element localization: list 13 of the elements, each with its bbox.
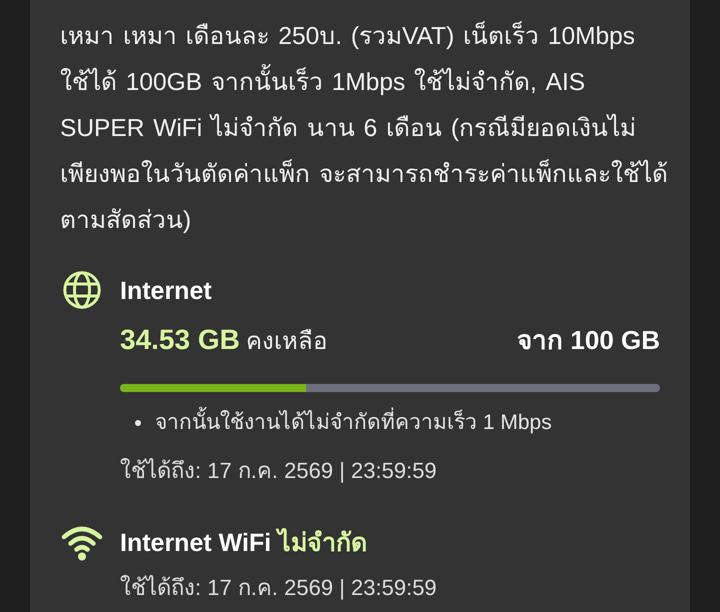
total-amount: จาก 100 GB bbox=[517, 324, 660, 357]
validity-text: ใช้ได้ถึง: 17 ก.ค. 2569 | 23:59:59 bbox=[120, 457, 438, 485]
globe-icon bbox=[63, 271, 101, 309]
wifi-icon bbox=[61, 525, 103, 561]
package-status: ไม่จำกัด bbox=[278, 529, 368, 557]
remaining-amount: 34.53 GB bbox=[120, 324, 240, 355]
package-title: Internet bbox=[120, 277, 212, 305]
remaining-label: คงเหลือ bbox=[246, 328, 327, 355]
plan-description: เหมา เหมา เดือนละ 250บ. (รวมVAT) เน็ตเร็ว 10Mbps ใช้ได้ 100GB จากนั้นเร็ว 1Mbps ใช้ไม่จำกัด, AIS SUPER WiFi ไม่จำกัด นาน 6 เดือน (กรณีมียอดเงินไม่เพียงพอในวันตัดค่าแพ็ก จะสามารถชำระค่าแพ็กและใช้ได้ตามสัดส่วน) bbox=[60, 20, 669, 236]
validity-text: ใช้ได้ถึง: 17 ก.ค. 2569 | 23:59:59 bbox=[120, 574, 438, 602]
bullet-icon bbox=[135, 420, 141, 426]
package-title: Internet WiFi bbox=[120, 529, 272, 557]
note-text: จากนั้นใช้งานได้ไม่จำกัดที่ความเร็ว 1 Mbps bbox=[155, 409, 552, 437]
